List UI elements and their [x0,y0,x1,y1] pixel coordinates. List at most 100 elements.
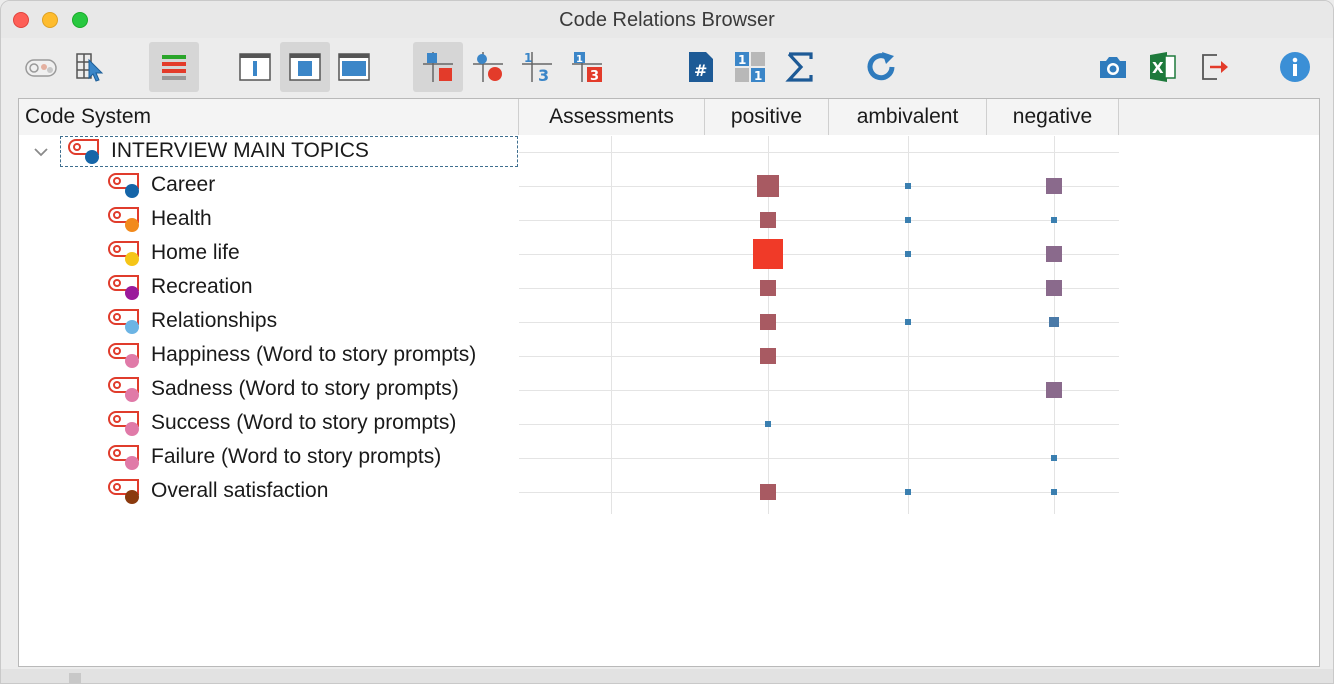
svg-text:1: 1 [524,51,532,65]
row-separator [519,254,1119,255]
info-button[interactable] [1270,42,1320,92]
code-label: Career [151,173,216,196]
numbers-symbol-icon: 1 3 [522,51,552,84]
relation-square-negative[interactable] [1046,178,1062,194]
relation-square-ambivalent[interactable] [905,251,911,257]
toolbar: 1 3 1 3 # 1 1 X [1,38,1333,96]
code-icon [108,340,142,370]
code-label: Sadness (Word to story prompts) [151,377,459,400]
row-separator [519,424,1119,425]
relation-square-negative[interactable] [1046,246,1062,262]
export-arrow-icon [1202,54,1228,80]
code-label: Failure (Word to story prompts) [151,445,442,468]
table-header: Code System Assessments positive ambival… [19,99,1319,135]
relation-square-positive[interactable] [760,212,776,228]
svg-text:3: 3 [538,66,549,84]
relation-square-negative[interactable] [1046,382,1062,398]
relation-square-positive[interactable] [760,314,776,330]
row-separator [519,288,1119,289]
relation-square-negative[interactable] [1049,317,1059,327]
svg-text:X: X [1152,59,1164,77]
row-separator [519,458,1119,459]
row-separator [519,220,1119,221]
column-header-negative[interactable]: negative [987,99,1119,135]
code-label: Home life [151,241,240,264]
symbol-circles-button[interactable] [463,42,513,92]
column-header-assessments[interactable]: Assessments [519,99,705,135]
relation-square-positive[interactable] [760,348,776,364]
row-separator [519,356,1119,357]
relation-square-positive[interactable] [753,239,783,269]
relation-square-positive[interactable] [760,280,776,296]
svg-text:3: 3 [590,69,599,84]
code-icon [108,408,142,438]
relation-square-negative[interactable] [1051,455,1057,461]
toggle-view-button[interactable] [16,42,66,92]
code-icon [108,238,142,268]
resize-grip[interactable] [69,673,81,683]
code-relations-table: Code System Assessments positive ambival… [18,98,1320,667]
code-icon [108,306,142,336]
bottom-strip [1,669,1333,683]
relation-square-ambivalent[interactable] [905,489,911,495]
row-separator [519,322,1119,323]
code-icon [68,136,102,166]
excel-export-button[interactable]: X [1137,42,1187,92]
column-header-ambivalent[interactable]: ambivalent [829,99,987,135]
svg-text:1: 1 [576,54,583,65]
root-code-label: INTERVIEW MAIN TOPICS [111,139,369,162]
window-medium-icon [289,53,321,81]
relation-square-negative[interactable] [1051,217,1057,223]
select-pointer-button[interactable] [66,42,116,92]
export-button[interactable] [1190,42,1240,92]
row-separator [519,186,1119,187]
layout-narrow-button[interactable] [230,42,280,92]
symbol-heatmap-numbers-button[interactable]: 1 3 [562,42,612,92]
window-narrow-icon [239,53,271,81]
sum-button[interactable] [775,42,825,92]
column-header-positive[interactable]: positive [705,99,829,135]
circles-symbol-icon [473,52,503,82]
svg-text:1: 1 [754,69,762,83]
grid-pointer-icon [76,53,104,82]
refresh-button[interactable] [857,42,907,92]
code-icon [108,272,142,302]
code-relations-browser-window: Code Relations Browser 1 3 1 3 # 1 1 X C… [0,0,1334,684]
window-title: Code Relations Browser [559,9,775,31]
color-bars-icon [162,55,186,80]
relation-square-ambivalent[interactable] [905,183,911,189]
code-label: Overall satisfaction [151,479,329,502]
relation-square-positive[interactable] [760,484,776,500]
hash-button[interactable]: # [676,42,726,92]
svg-text:#: # [694,61,707,80]
info-icon [1280,52,1310,82]
symbol-squares-button[interactable] [413,42,463,92]
binary-grid-icon: 1 1 [735,52,765,83]
code-label: Relationships [151,309,278,332]
relation-square-positive[interactable] [757,175,779,197]
relation-square-negative[interactable] [1051,489,1057,495]
code-label: Happiness (Word to story prompts) [151,343,477,366]
window-wide-icon [338,53,370,81]
code-label: Recreation [151,275,253,298]
relation-square-ambivalent[interactable] [905,217,911,223]
screenshot-button[interactable] [1088,42,1138,92]
title-bar: Code Relations Browser [1,1,1333,38]
row-separator [519,152,1119,153]
code-label: Health [151,207,212,230]
relation-square-ambivalent[interactable] [905,319,911,325]
sigma-icon [785,52,813,82]
layout-wide-button[interactable] [329,42,379,92]
code-icon [108,442,142,472]
row-separator [519,390,1119,391]
display-bars-button[interactable] [149,42,199,92]
binary-button[interactable]: 1 1 [725,42,775,92]
chevron-down-icon[interactable] [32,143,50,161]
relation-square-positive[interactable] [765,421,771,427]
heatmap-numbers-icon: 1 3 [572,52,602,84]
column-header-code-system[interactable]: Code System [19,99,519,135]
symbol-numbers-button[interactable]: 1 3 [512,42,562,92]
layout-medium-button[interactable] [280,42,330,92]
code-icon [108,204,142,234]
relation-square-negative[interactable] [1046,280,1062,296]
